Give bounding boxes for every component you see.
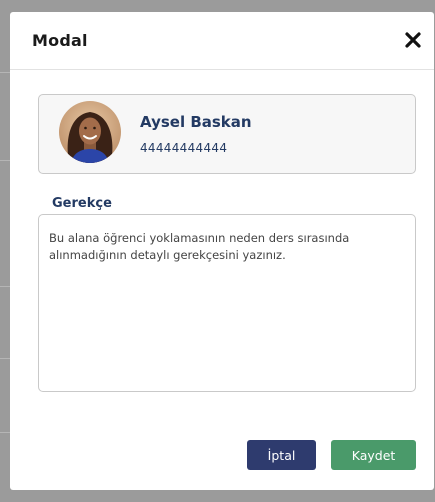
reason-textarea[interactable] (38, 214, 416, 392)
modal-header: Modal (10, 12, 434, 70)
close-icon[interactable] (402, 29, 424, 51)
save-button[interactable]: Kaydet (331, 440, 416, 470)
backdrop-divider (0, 432, 10, 433)
cancel-button[interactable]: İptal (247, 440, 316, 470)
modal-dialog: Modal Aysel Baskan 44444444444 Gerekçe B… (10, 12, 434, 490)
student-card: Aysel Baskan 44444444444 (38, 94, 416, 174)
backdrop-divider (0, 286, 10, 287)
backdrop-divider (0, 160, 10, 161)
reason-label: Gerekçe (52, 196, 112, 211)
backdrop-divider (0, 72, 10, 73)
modal-title: Modal (32, 31, 88, 50)
student-name: Aysel Baskan (140, 113, 252, 131)
backdrop-divider (0, 358, 10, 359)
student-avatar (59, 101, 121, 163)
student-id-number: 44444444444 (140, 141, 228, 155)
